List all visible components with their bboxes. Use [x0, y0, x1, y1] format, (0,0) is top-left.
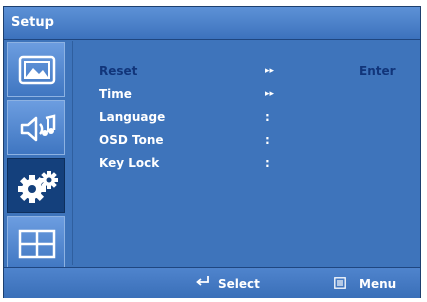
sidebar-tabs — [7, 42, 69, 274]
sidebar-divider — [72, 41, 73, 265]
menu-item-separator: : — [265, 133, 270, 147]
grid-icon — [18, 229, 56, 259]
footer-bar: Select Menu — [4, 267, 420, 298]
tab-layout[interactable] — [7, 216, 65, 271]
tab-audio[interactable] — [7, 100, 65, 155]
page-title: Setup — [11, 15, 54, 30]
title-bar: Setup — [4, 7, 420, 40]
submenu-arrow-icon: ▸▸ — [265, 89, 275, 99]
menu-item-label: OSD Tone — [99, 133, 164, 147]
menu-list: Reset ▸▸ Enter Time ▸▸ Language : OSD To… — [99, 64, 399, 179]
enter-icon — [196, 275, 210, 290]
osd-window: Setup Reset ▸▸ Enter Time ▸▸ Language: … — [3, 6, 421, 298]
menu-item-separator: : — [265, 156, 270, 170]
submenu-arrow-icon: ▸▸ — [265, 66, 275, 76]
menu-item-reset[interactable]: Reset ▸▸ Enter — [99, 64, 399, 87]
menu-item-separator: : — [265, 110, 270, 124]
menu-item-value: Enter — [359, 64, 396, 78]
gears-icon — [18, 171, 58, 203]
select-hint: Select — [218, 277, 260, 291]
picture-icon — [18, 55, 56, 85]
tab-setup[interactable] — [7, 158, 65, 213]
menu-icon — [334, 277, 346, 292]
menu-item-language[interactable]: Language : — [99, 110, 399, 133]
menu-item-label: Key Lock — [99, 156, 160, 170]
menu-item-time[interactable]: Time ▸▸ — [99, 87, 399, 110]
tab-picture[interactable] — [7, 42, 65, 97]
menu-item-key-lock[interactable]: Key Lock : — [99, 156, 399, 179]
menu-hint: Menu — [359, 277, 397, 291]
menu-item-label: Language — [99, 110, 166, 124]
menu-item-label: Time — [99, 87, 132, 101]
audio-icon — [20, 114, 56, 142]
menu-item-label: Reset — [99, 64, 138, 78]
menu-item-osd-tone[interactable]: OSD Tone : — [99, 133, 399, 156]
